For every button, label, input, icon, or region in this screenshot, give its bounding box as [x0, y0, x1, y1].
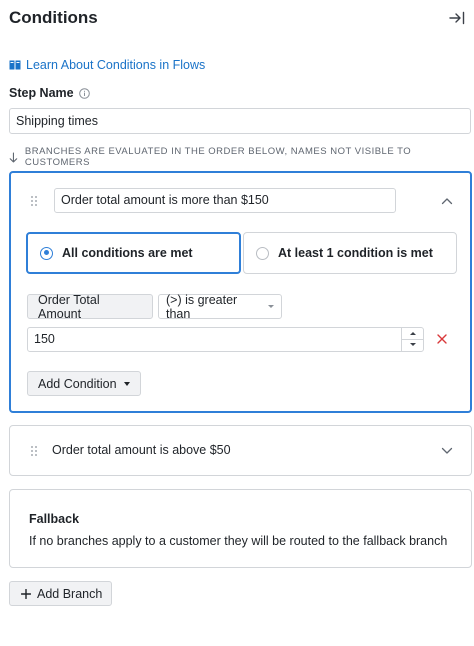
fallback-description: If no branches apply to a customer they … — [29, 534, 448, 548]
info-icon[interactable] — [78, 87, 90, 99]
learn-link-label[interactable]: Learn About Conditions in Flows — [26, 58, 205, 72]
add-condition-button[interactable]: Add Condition — [27, 371, 141, 396]
radio-unselected-icon — [256, 246, 269, 260]
collapse-right-icon[interactable] — [448, 9, 466, 27]
branch-order-note: Branches are evaluated in the order belo… — [9, 146, 474, 168]
number-stepper — [401, 328, 423, 351]
branch-card-expanded: Order total amount is more than $150 All… — [9, 171, 472, 413]
caret-down-icon — [268, 305, 274, 308]
fallback-title: Fallback — [29, 512, 80, 526]
add-condition-label: Add Condition — [38, 376, 117, 391]
step-name-input[interactable]: Shipping times — [9, 108, 471, 134]
radio-any-condition[interactable]: At least 1 condition is met — [243, 232, 457, 274]
chevron-down-icon[interactable] — [441, 447, 453, 455]
condition-operator-select[interactable]: (>) is greater than — [158, 292, 282, 321]
learn-conditions-link[interactable]: Learn About Conditions in Flows — [9, 57, 205, 73]
add-branch-button[interactable]: Add Branch — [9, 581, 113, 606]
panel-header: Conditions — [9, 7, 466, 31]
branch-name-input[interactable]: Order total amount is more than $150 — [54, 188, 396, 213]
radio-any-condition-label: At least 1 condition is met — [278, 246, 433, 260]
radio-selected-icon — [40, 246, 53, 260]
book-icon — [9, 60, 21, 70]
condition-value-input[interactable]: 150 — [27, 327, 424, 352]
chevron-up-icon[interactable] — [441, 197, 453, 205]
add-branch-label: Add Branch — [37, 586, 103, 601]
panel-title: Conditions — [9, 8, 98, 27]
step-name-label: Step Name — [9, 86, 74, 100]
drag-handle-icon[interactable] — [30, 195, 38, 207]
drag-handle-icon[interactable] — [30, 445, 38, 457]
radio-all-conditions[interactable]: All conditions are met — [26, 232, 241, 274]
increment-icon[interactable] — [402, 328, 423, 340]
condition-value: 150 — [34, 332, 55, 346]
branch-name: Order total amount is above $50 — [52, 443, 231, 457]
remove-condition-icon[interactable] — [437, 334, 447, 344]
branch-order-note-text: Branches are evaluated in the order belo… — [24, 146, 412, 168]
decrement-icon[interactable] — [402, 340, 423, 352]
plus-icon — [21, 588, 31, 599]
condition-operator-label: (>) is greater than — [166, 292, 238, 321]
condition-field-select[interactable]: Order Total Amount — [27, 292, 153, 321]
caret-down-icon — [123, 381, 130, 386]
conditions-panel: Conditions Learn About Conditions in Flo… — [0, 0, 474, 646]
fallback-card: Fallback If no branches apply to a custo… — [9, 489, 472, 568]
branch-card-collapsed[interactable]: Order total amount is above $50 — [9, 425, 472, 476]
arrow-down-icon — [9, 152, 18, 162]
step-name-label-row: Step Name — [9, 86, 90, 100]
condition-field-label: Order Total Amount — [38, 292, 100, 321]
radio-all-conditions-label: All conditions are met — [62, 246, 193, 260]
